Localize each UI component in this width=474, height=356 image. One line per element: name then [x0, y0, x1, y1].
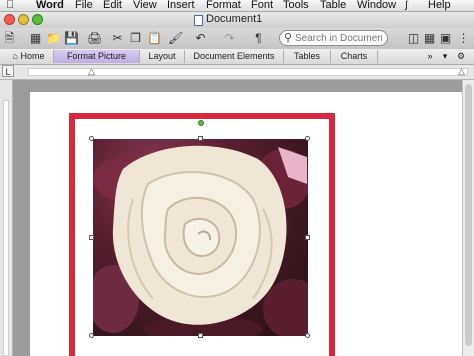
- tab-tables[interactable]: Tables: [284, 50, 331, 63]
- menu-file[interactable]: File: [75, 0, 93, 11]
- media-icon[interactable]: ▣: [438, 31, 453, 46]
- script-icon[interactable]: ∫: [405, 0, 408, 11]
- templates-icon[interactable]: ▦: [28, 31, 43, 46]
- resize-handle-top[interactable]: [198, 136, 203, 141]
- more-tabs-button[interactable]: »: [423, 50, 437, 63]
- search-field[interactable]: ⚲: [279, 30, 388, 46]
- zoom-window-button[interactable]: [32, 14, 43, 25]
- settings-icon[interactable]: ⚙: [454, 50, 468, 63]
- vertical-ruler-track[interactable]: [3, 100, 9, 356]
- resize-handle-top-right[interactable]: [305, 136, 310, 141]
- zoom-icon[interactable]: ▦: [422, 31, 437, 46]
- cut-icon[interactable]: ✂: [110, 31, 125, 46]
- apple-icon[interactable]: : [6, 0, 14, 11]
- horizontal-ruler: L △ △: [0, 65, 474, 80]
- scrollbar-thumb[interactable]: [465, 84, 472, 346]
- menu-help[interactable]: Help: [428, 0, 451, 11]
- rose-illustration: [93, 145, 308, 336]
- window-title: Document1: [206, 13, 263, 25]
- close-window-button[interactable]: [4, 14, 15, 25]
- right-indent-marker-icon[interactable]: △: [458, 66, 465, 77]
- tab-layout[interactable]: Layout: [140, 50, 185, 63]
- document-icon: [194, 15, 203, 26]
- open-icon[interactable]: 📁: [46, 31, 61, 46]
- tab-home-label: Home: [20, 51, 45, 61]
- indent-marker-icon[interactable]: △: [88, 66, 95, 77]
- new-document-icon[interactable]: 🗎: [2, 31, 17, 46]
- tab-charts[interactable]: Charts: [331, 50, 378, 63]
- save-icon[interactable]: 💾: [64, 31, 79, 46]
- standard-toolbar: 🗎 ▦ 📁 💾 🖨 ✂ ❐ 📋 🖌 ↶ ↷ ¶ ⚲ ◫ ▦ ▣ ⋮: [0, 28, 474, 50]
- menu-insert[interactable]: Insert: [167, 0, 195, 11]
- search-input[interactable]: [295, 32, 383, 44]
- menu-window[interactable]: Window: [357, 0, 396, 11]
- menu-font[interactable]: Font: [251, 0, 273, 11]
- resize-handle-right[interactable]: [305, 235, 310, 240]
- show-hide-button[interactable]: ¶: [251, 31, 266, 46]
- resize-handle-bottom-left[interactable]: [89, 333, 94, 338]
- menu-edit[interactable]: Edit: [103, 0, 122, 11]
- resize-handle-top-left[interactable]: [89, 136, 94, 141]
- format-painter-icon[interactable]: 🖌: [168, 31, 183, 46]
- tab-document-elements[interactable]: Document Elements: [185, 50, 284, 63]
- print-icon[interactable]: 🖨: [87, 31, 102, 46]
- menu-view[interactable]: View: [133, 0, 157, 11]
- resize-handle-left[interactable]: [89, 235, 94, 240]
- menu-tools[interactable]: Tools: [283, 0, 309, 11]
- menu-word[interactable]: Word: [36, 0, 64, 11]
- vertical-scrollbar[interactable]: [462, 80, 474, 356]
- rotate-handle[interactable]: [198, 120, 204, 126]
- search-icon: ⚲: [284, 32, 293, 44]
- tab-home[interactable]: ⌂ Home: [4, 50, 54, 63]
- tab-format-picture[interactable]: Format Picture: [54, 50, 140, 63]
- undo-icon[interactable]: ↶: [193, 31, 208, 46]
- sidebar-icon[interactable]: ◫: [406, 31, 421, 46]
- ribbon-tabs: ⌂ Home Format Picture Layout Document El…: [0, 49, 474, 65]
- menu-table[interactable]: Table: [320, 0, 346, 11]
- resize-handle-bottom[interactable]: [198, 333, 203, 338]
- window-title-bar: Document1: [0, 12, 474, 28]
- home-icon: ⌂: [12, 51, 18, 61]
- menu-format[interactable]: Format: [206, 0, 241, 11]
- more-tools-icon[interactable]: ⋮: [456, 31, 471, 46]
- paste-icon[interactable]: 📋: [147, 31, 162, 46]
- copy-icon[interactable]: ❐: [128, 31, 143, 46]
- chevron-down-icon[interactable]: ▾: [440, 50, 450, 63]
- redo-icon[interactable]: ↷: [222, 31, 237, 46]
- rose-picture[interactable]: [93, 139, 308, 336]
- menu-bar:  Word File Edit View Insert Format Font…: [0, 0, 474, 12]
- minimize-window-button[interactable]: [18, 14, 29, 25]
- tab-stop-selector[interactable]: L: [2, 65, 14, 77]
- resize-handle-bottom-right[interactable]: [305, 333, 310, 338]
- vertical-ruler: [0, 80, 13, 356]
